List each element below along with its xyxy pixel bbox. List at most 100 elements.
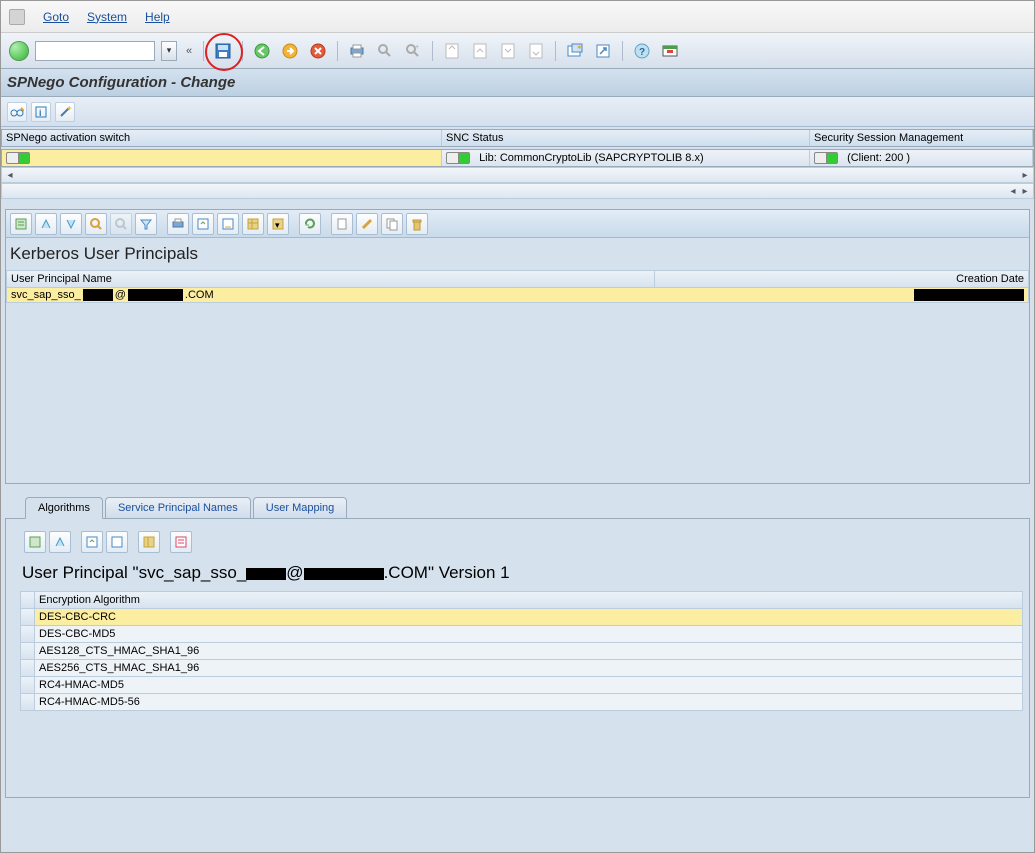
- tab-service-principal-names[interactable]: Service Principal Names: [105, 497, 251, 518]
- horizontal-scrollbar-top[interactable]: ◂ ▸: [1, 167, 1034, 183]
- generate-shortcut-button[interactable]: [592, 40, 614, 62]
- row-selector[interactable]: [21, 609, 35, 625]
- menu-help[interactable]: Help: [145, 10, 170, 24]
- find-icon: [377, 43, 393, 59]
- details-button[interactable]: [10, 213, 32, 235]
- algorithm-row[interactable]: DES-CBC-MD5: [20, 626, 1023, 643]
- layout-button[interactable]: [659, 40, 681, 62]
- scroll-right-icon[interactable]: ▸: [1019, 170, 1031, 181]
- algo-layout-button[interactable]: [138, 531, 160, 553]
- principals-toolbar: ▾: [6, 210, 1029, 238]
- scroll-left-icon[interactable]: ◂: [4, 170, 16, 181]
- copy-button[interactable]: [381, 213, 403, 235]
- wizard-button[interactable]: ✦: [55, 102, 75, 122]
- create-button[interactable]: [331, 213, 353, 235]
- principal-row[interactable]: svc_sap_sso_@.COM: [6, 288, 1029, 303]
- svg-text:✶: ✶: [576, 43, 583, 52]
- menu-bar: Goto System Help: [1, 1, 1034, 33]
- chevron-left-icon[interactable]: «: [183, 45, 195, 57]
- horizontal-scrollbar-bottom[interactable]: ◂ ▸: [1, 183, 1034, 199]
- svg-text:✦: ✦: [66, 105, 72, 113]
- find-next-icon: +: [405, 43, 421, 59]
- prev-page-button[interactable]: [469, 40, 491, 62]
- print-button[interactable]: [346, 40, 368, 62]
- row-selector[interactable]: [21, 626, 35, 642]
- col-upn-header[interactable]: User Principal Name: [7, 271, 655, 287]
- algorithm-row[interactable]: RC4-HMAC-MD5-56: [20, 694, 1023, 711]
- row-selector[interactable]: [21, 643, 35, 659]
- refresh-button[interactable]: [299, 213, 321, 235]
- algo-details-button[interactable]: [24, 531, 46, 553]
- info-button[interactable]: i: [31, 102, 51, 122]
- back-button[interactable]: [251, 40, 273, 62]
- col-creation-date-header[interactable]: Creation Date: [655, 271, 1028, 287]
- exit-button[interactable]: [279, 40, 301, 62]
- session-mgmt-value: (Client: 200 ): [810, 150, 1033, 166]
- col-snc-status-header: SNC Status: [442, 130, 810, 146]
- svg-text:▾: ▾: [275, 220, 280, 230]
- select-layout-button[interactable]: ▾: [267, 213, 289, 235]
- application-toolbar: i ✦: [1, 97, 1034, 127]
- select-all-button[interactable]: [21, 592, 35, 608]
- first-page-button[interactable]: [441, 40, 463, 62]
- sort-desc-button[interactable]: [60, 213, 82, 235]
- sort-asc-button[interactable]: [35, 213, 57, 235]
- first-page-icon: [445, 43, 459, 59]
- wand-icon: ✦: [58, 105, 72, 119]
- system-menu-icon[interactable]: [9, 9, 25, 25]
- save-button[interactable]: [212, 40, 234, 62]
- scroll-right-icon-2[interactable]: ▸: [1019, 186, 1031, 197]
- find-next-grid-button[interactable]: [110, 213, 132, 235]
- shortcut-icon: [595, 43, 611, 59]
- info-icon: i: [34, 105, 48, 119]
- find-next-button[interactable]: +: [402, 40, 424, 62]
- algo-info-button[interactable]: [170, 531, 192, 553]
- detail-tabs: Algorithms Service Principal Names User …: [5, 496, 1030, 798]
- tab-user-mapping[interactable]: User Mapping: [253, 497, 347, 518]
- command-field-dropdown[interactable]: [161, 41, 177, 61]
- algo-export-menu-button[interactable]: [106, 531, 128, 553]
- row-selector[interactable]: [21, 677, 35, 693]
- next-page-icon: [501, 43, 515, 59]
- new-session-button[interactable]: ✶: [564, 40, 586, 62]
- command-field[interactable]: [35, 41, 155, 61]
- filter-button[interactable]: [135, 213, 157, 235]
- find-button[interactable]: [374, 40, 396, 62]
- tab-algorithms[interactable]: Algorithms: [25, 497, 103, 519]
- algorithm-row[interactable]: DES-CBC-CRC: [20, 609, 1023, 626]
- export-button[interactable]: [192, 213, 214, 235]
- algo-sort-button[interactable]: [49, 531, 71, 553]
- principals-panel: ▾ Kerberos User Principals User Principa…: [5, 209, 1030, 484]
- algorithms-title: User Principal "svc_sap_sso_@.COM" Versi…: [12, 559, 1023, 591]
- algo-export-button[interactable]: [81, 531, 103, 553]
- scroll-left-icon-2[interactable]: ◂: [1007, 186, 1019, 197]
- help-button[interactable]: ?: [631, 40, 653, 62]
- save-icon: [215, 43, 231, 59]
- display-change-button[interactable]: [7, 102, 27, 122]
- next-page-button[interactable]: [497, 40, 519, 62]
- enter-icon[interactable]: [9, 41, 29, 61]
- cancel-button[interactable]: [307, 40, 329, 62]
- row-selector[interactable]: [21, 660, 35, 676]
- col-session-mgmt-header: Security Session Management: [810, 130, 1033, 146]
- algorithm-row[interactable]: AES256_CTS_HMAC_SHA1_96: [20, 660, 1023, 677]
- last-page-button[interactable]: [525, 40, 547, 62]
- menu-system[interactable]: System: [87, 10, 127, 24]
- delete-button[interactable]: [406, 213, 428, 235]
- find-grid-button[interactable]: [85, 213, 107, 235]
- col-encryption-algorithm-header[interactable]: Encryption Algorithm: [35, 592, 1022, 608]
- row-selector[interactable]: [21, 694, 35, 710]
- help-icon: ?: [634, 43, 650, 59]
- algorithm-row[interactable]: RC4-HMAC-MD5: [20, 677, 1023, 694]
- export-menu-button[interactable]: [217, 213, 239, 235]
- menu-goto[interactable]: Goto: [43, 10, 69, 24]
- svg-text:i: i: [39, 108, 42, 118]
- layout-menu-button[interactable]: [242, 213, 264, 235]
- algorithm-row[interactable]: AES128_CTS_HMAC_SHA1_96: [20, 643, 1023, 660]
- print-grid-button[interactable]: [167, 213, 189, 235]
- principal-date-cell: [655, 288, 1028, 302]
- glasses-pencil-icon: [10, 105, 24, 119]
- principal-upn-cell: svc_sap_sso_@.COM: [7, 288, 655, 302]
- change-button[interactable]: [356, 213, 378, 235]
- prev-page-icon: [473, 43, 487, 59]
